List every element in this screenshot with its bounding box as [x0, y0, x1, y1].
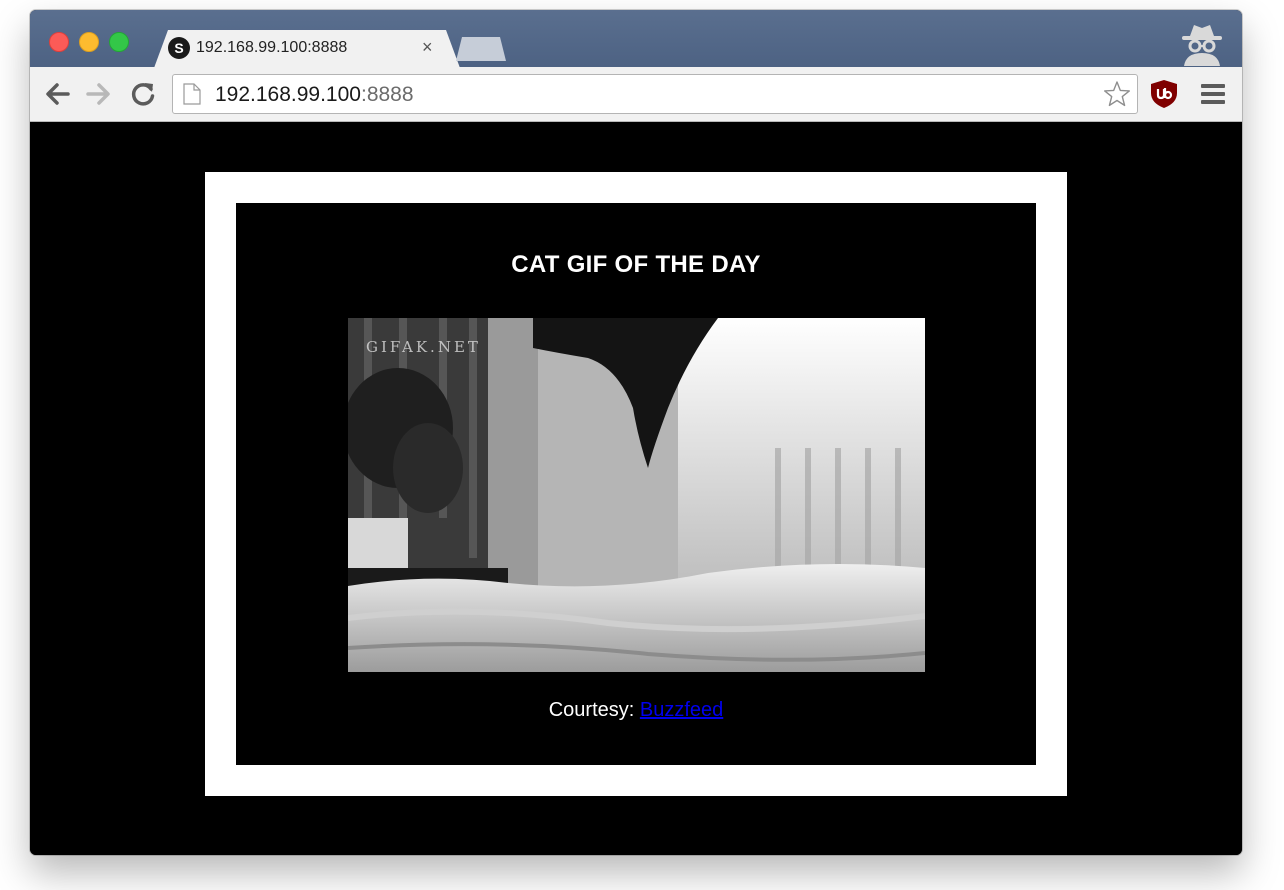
- back-arrow-icon[interactable]: [42, 79, 72, 109]
- page-viewport: CAT GIF OF THE DAY GIFAK.NET Courtesy: B…: [30, 122, 1242, 855]
- url-port: :8888: [360, 83, 414, 106]
- url-host: 192.168.99.100: [215, 83, 361, 106]
- window-close-button[interactable]: [49, 32, 69, 52]
- credit-line: Courtesy: Buzzfeed: [236, 699, 1036, 722]
- cat-gif-illustration: [348, 318, 925, 672]
- browser-tab[interactable]: S 192.168.99.100:8888 ×: [154, 30, 460, 68]
- gif-watermark: GIFAK.NET: [366, 338, 481, 356]
- content-frame: CAT GIF OF THE DAY GIFAK.NET Courtesy: B…: [205, 172, 1067, 796]
- address-url: 192.168.99.100:8888: [215, 83, 414, 107]
- star-icon[interactable]: [1103, 80, 1131, 108]
- tab-title: 192.168.99.100:8888: [196, 39, 348, 56]
- cat-gif-image: GIFAK.NET: [348, 318, 925, 672]
- hamburger-menu-icon[interactable]: [1200, 82, 1226, 106]
- tab-favicon-icon: S: [168, 37, 190, 59]
- window-minimize-button[interactable]: [79, 32, 99, 52]
- incognito-icon: [1182, 25, 1222, 66]
- forward-arrow-icon[interactable]: [84, 79, 114, 109]
- new-tab-button[interactable]: [456, 37, 506, 61]
- title-bar: S 192.168.99.100:8888 ×: [30, 10, 1242, 68]
- browser-window: S 192.168.99.100:8888 × 192.168.99.100:8…: [30, 10, 1242, 855]
- tab-close-icon[interactable]: ×: [422, 37, 433, 57]
- credit-label: Courtesy:: [548, 699, 640, 721]
- page-title: CAT GIF OF THE DAY: [511, 251, 761, 278]
- browser-toolbar: 192.168.99.100:8888: [30, 67, 1242, 122]
- reload-icon[interactable]: [128, 79, 158, 109]
- credit-link[interactable]: Buzzfeed: [640, 699, 723, 721]
- address-bar[interactable]: 192.168.99.100:8888: [172, 74, 1138, 114]
- content-card: CAT GIF OF THE DAY GIFAK.NET Courtesy: B…: [236, 203, 1036, 765]
- page-icon: [183, 83, 201, 105]
- window-zoom-button[interactable]: [109, 32, 129, 52]
- ublock-origin-icon[interactable]: [1150, 79, 1178, 109]
